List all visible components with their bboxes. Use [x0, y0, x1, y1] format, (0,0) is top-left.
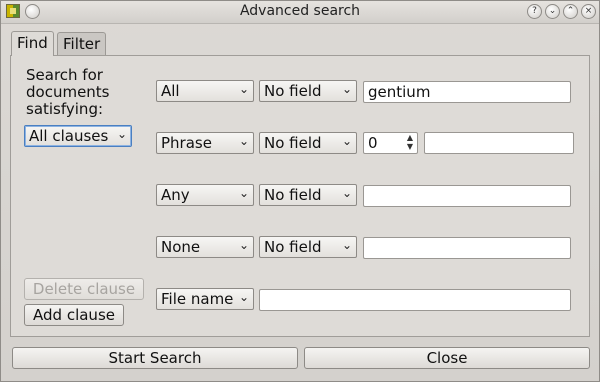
- tab-filter[interactable]: Filter: [57, 32, 107, 55]
- chevron-down-icon: ⌄: [116, 127, 127, 141]
- tab-find[interactable]: Find: [11, 31, 54, 56]
- filename-clause-select[interactable]: File name ⌄: [156, 288, 254, 310]
- clause-value-input[interactable]: [363, 185, 571, 207]
- chevron-down-icon: ⌄: [238, 134, 249, 148]
- clause-field-value: No field: [264, 82, 322, 100]
- help-button[interactable]: ?: [527, 4, 542, 19]
- title-bar[interactable]: Advanced search ? ⌄ ⌃ ×: [1, 1, 599, 24]
- clause-value-input[interactable]: gentium: [363, 81, 571, 103]
- description-line: documents: [26, 83, 110, 101]
- conjunction-select-value: All clauses: [29, 127, 109, 145]
- search-description: Search for documents satisfying:: [26, 67, 146, 118]
- chevron-down-icon: ⌄: [238, 290, 249, 304]
- clause-field-select[interactable]: No field ⌄: [259, 236, 357, 258]
- chevron-down-icon: ⌄: [238, 238, 249, 252]
- close-button[interactable]: Close: [304, 347, 590, 369]
- advanced-search-window: Advanced search ? ⌄ ⌃ × Find Filter Sear…: [0, 0, 600, 382]
- add-clause-button[interactable]: Add clause: [24, 304, 124, 326]
- clause-field-select[interactable]: No field ⌄: [259, 80, 357, 102]
- spin-down-icon[interactable]: ▼: [405, 142, 415, 151]
- conjunction-select[interactable]: All clauses ⌄: [24, 125, 132, 147]
- window-title: Advanced search: [239, 3, 361, 19]
- clause-type-value: None: [161, 238, 201, 256]
- clause-type-select[interactable]: Phrase ⌄: [156, 132, 254, 154]
- chevron-down-icon: ⌄: [341, 238, 352, 252]
- delete-clause-button[interactable]: Delete clause: [24, 278, 144, 300]
- maximize-button[interactable]: ⌃: [563, 4, 578, 19]
- spin-up-icon[interactable]: ▲: [405, 133, 415, 142]
- chevron-down-icon: ⌄: [341, 186, 352, 200]
- clause-field-select[interactable]: No field ⌄: [259, 132, 357, 154]
- start-search-button[interactable]: Start Search: [12, 347, 298, 369]
- spin-arrows[interactable]: ▲ ▼: [405, 133, 415, 153]
- proximity-value: 0: [368, 134, 378, 152]
- chevron-down-icon: ⌄: [238, 186, 249, 200]
- proximity-spinbox[interactable]: 0 ▲ ▼: [363, 132, 418, 154]
- clause-field-select[interactable]: No field ⌄: [259, 184, 357, 206]
- description-line: satisfying:: [26, 100, 104, 118]
- chevron-down-icon: ⌄: [238, 82, 249, 96]
- chevron-down-icon: ⌄: [341, 82, 352, 96]
- clause-value-input[interactable]: [363, 237, 571, 259]
- description-line: Search for: [26, 66, 103, 84]
- clause-field-value: No field: [264, 134, 322, 152]
- clause-type-value: All: [161, 82, 180, 100]
- close-window-button[interactable]: ×: [581, 4, 596, 19]
- minimize-button[interactable]: ⌄: [545, 4, 560, 19]
- clause-type-value: File name: [161, 290, 234, 308]
- clause-type-value: Any: [161, 186, 190, 204]
- chevron-down-icon: ⌄: [341, 134, 352, 148]
- clause-type-value: Phrase: [161, 134, 212, 152]
- clause-type-select[interactable]: All ⌄: [156, 80, 254, 102]
- clause-type-select[interactable]: Any ⌄: [156, 184, 254, 206]
- clause-value-input[interactable]: [424, 132, 574, 154]
- clause-field-value: No field: [264, 238, 322, 256]
- clause-type-select[interactable]: None ⌄: [156, 236, 254, 258]
- filename-input[interactable]: [259, 289, 571, 311]
- clause-field-value: No field: [264, 186, 322, 204]
